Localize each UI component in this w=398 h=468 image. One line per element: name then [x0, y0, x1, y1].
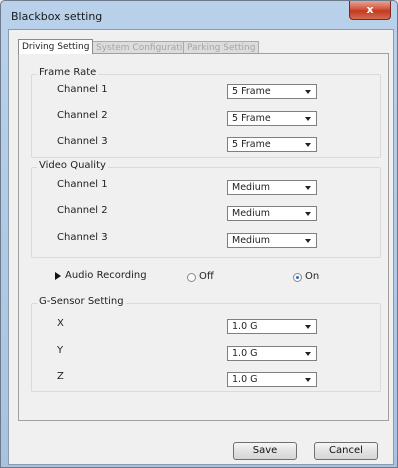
audio-on-radio[interactable]: [293, 273, 302, 282]
play-triangle-icon: [55, 272, 61, 280]
g-sensor-group: [31, 303, 381, 392]
video-quality-title: Video Quality: [37, 160, 108, 171]
g-sensor-z-label: Z: [57, 371, 64, 382]
g-sensor-x-select[interactable]: 1.0 G: [227, 319, 317, 334]
chevron-down-icon: [305, 117, 311, 121]
close-icon: x: [366, 3, 374, 16]
video-quality-channel-3-value: Medium: [232, 235, 270, 246]
chevron-down-icon: [305, 325, 311, 329]
frame-rate-channel-2-value: 5 Frame: [232, 113, 271, 124]
g-sensor-y-value: 1.0 G: [232, 348, 258, 359]
g-sensor-z-select[interactable]: 1.0 G: [227, 372, 317, 387]
video-quality-channel-3-select[interactable]: Medium: [227, 233, 317, 248]
cancel-button[interactable]: Cancel: [314, 442, 378, 460]
g-sensor-x-label: X: [57, 318, 64, 329]
video-quality-channel-2-value: Medium: [232, 208, 270, 219]
frame-rate-channel-2-label: Channel 2: [57, 110, 108, 121]
frame-rate-channel-3-label: Channel 3: [57, 136, 108, 147]
frame-rate-channel-3-value: 5 Frame: [232, 139, 271, 150]
window-title: Blackbox setting: [11, 10, 103, 23]
chevron-down-icon: [305, 90, 311, 94]
g-sensor-title: G-Sensor Setting: [37, 296, 126, 307]
audio-off-radio[interactable]: [187, 273, 196, 282]
video-quality-channel-2-select[interactable]: Medium: [227, 206, 317, 221]
chevron-down-icon: [305, 378, 311, 382]
frame-rate-channel-3-select[interactable]: 5 Frame: [227, 137, 317, 152]
video-quality-channel-3-label: Channel 3: [57, 232, 108, 243]
frame-rate-channel-2-select[interactable]: 5 Frame: [227, 111, 317, 126]
video-quality-channel-1-label: Channel 1: [57, 179, 108, 190]
g-sensor-y-label: Y: [57, 345, 64, 356]
chevron-down-icon: [305, 352, 311, 356]
frame-rate-channel-1-value: 5 Frame: [232, 86, 271, 97]
chevron-down-icon: [305, 212, 311, 216]
audio-on-label[interactable]: On: [305, 271, 319, 282]
audio-recording-label: Audio Recording: [65, 270, 147, 281]
save-button[interactable]: Save: [233, 442, 297, 460]
audio-off-label[interactable]: Off: [199, 271, 214, 282]
video-quality-channel-1-value: Medium: [232, 182, 270, 193]
frame-rate-channel-1-select[interactable]: 5 Frame: [227, 84, 317, 99]
tab-driving-setting[interactable]: Driving Setting: [18, 39, 94, 54]
chevron-down-icon: [305, 239, 311, 243]
chevron-down-icon: [305, 143, 311, 147]
close-button[interactable]: x: [349, 1, 391, 20]
g-sensor-y-select[interactable]: 1.0 G: [227, 346, 317, 361]
driving-setting-panel: Frame Rate Channel 1 5 Frame Channel 2 5…: [18, 53, 389, 421]
video-quality-channel-2-label: Channel 2: [57, 205, 108, 216]
g-sensor-z-value: 1.0 G: [232, 374, 258, 385]
frame-rate-title: Frame Rate: [37, 67, 99, 78]
g-sensor-x-value: 1.0 G: [232, 321, 258, 332]
dialog-body: Driving Setting System Configuration Par…: [8, 29, 394, 465]
video-quality-channel-1-select[interactable]: Medium: [227, 180, 317, 195]
title-bar[interactable]: Blackbox setting x: [1, 1, 397, 28]
frame-rate-channel-1-label: Channel 1: [57, 84, 108, 95]
chevron-down-icon: [305, 186, 311, 190]
blackbox-setting-window: Blackbox setting x Driving Setting Syste…: [0, 0, 398, 468]
